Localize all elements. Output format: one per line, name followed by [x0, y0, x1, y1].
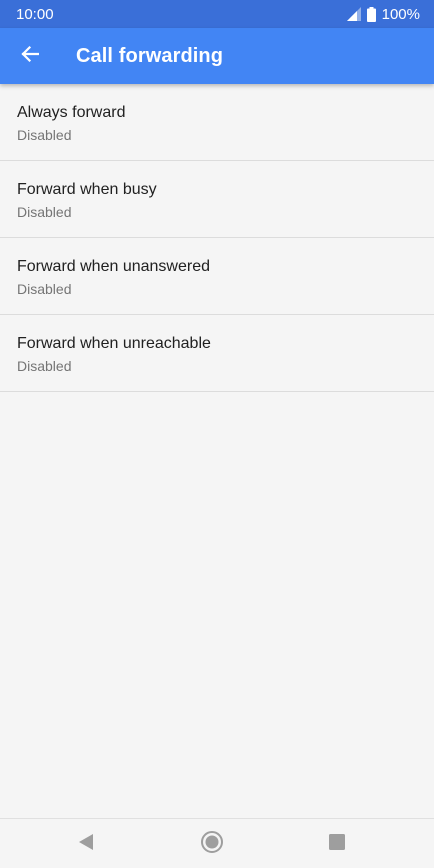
back-button[interactable] [0, 28, 60, 84]
call-forwarding-list: Always forward Disabled Forward when bus… [0, 84, 434, 392]
status-bar: 10:00 100% [0, 0, 434, 28]
item-title: Always forward [17, 104, 126, 121]
item-title: Forward when unreachable [17, 335, 211, 352]
item-title: Forward when busy [17, 181, 157, 198]
list-item-forward-when-unreachable[interactable]: Forward when unreachable Disabled [0, 315, 434, 392]
item-status: Disabled [17, 204, 72, 220]
app-bar: Call forwarding [0, 28, 434, 84]
recents-square-icon [329, 833, 345, 855]
page-title: Call forwarding [76, 44, 224, 67]
battery-icon [366, 6, 376, 22]
signal-icon [346, 7, 361, 21]
home-circle-icon [200, 830, 224, 859]
nav-recents-button[interactable] [322, 829, 352, 859]
back-arrow-icon [21, 45, 40, 68]
back-triangle-icon [78, 833, 94, 856]
list-item-forward-when-busy[interactable]: Forward when busy Disabled [0, 161, 434, 238]
nav-back-button[interactable] [71, 829, 101, 859]
navigation-bar [0, 818, 434, 868]
item-title: Forward when unanswered [17, 258, 210, 275]
item-status: Disabled [17, 281, 72, 297]
list-item-forward-when-unanswered[interactable]: Forward when unanswered Disabled [0, 238, 434, 315]
status-time: 10:00 [16, 5, 54, 23]
nav-home-button[interactable] [197, 829, 227, 859]
list-item-always-forward[interactable]: Always forward Disabled [0, 84, 434, 161]
battery-percentage: 100% [381, 5, 420, 23]
item-status: Disabled [17, 358, 72, 374]
item-status: Disabled [17, 127, 72, 143]
status-indicators: 100% [346, 5, 420, 23]
